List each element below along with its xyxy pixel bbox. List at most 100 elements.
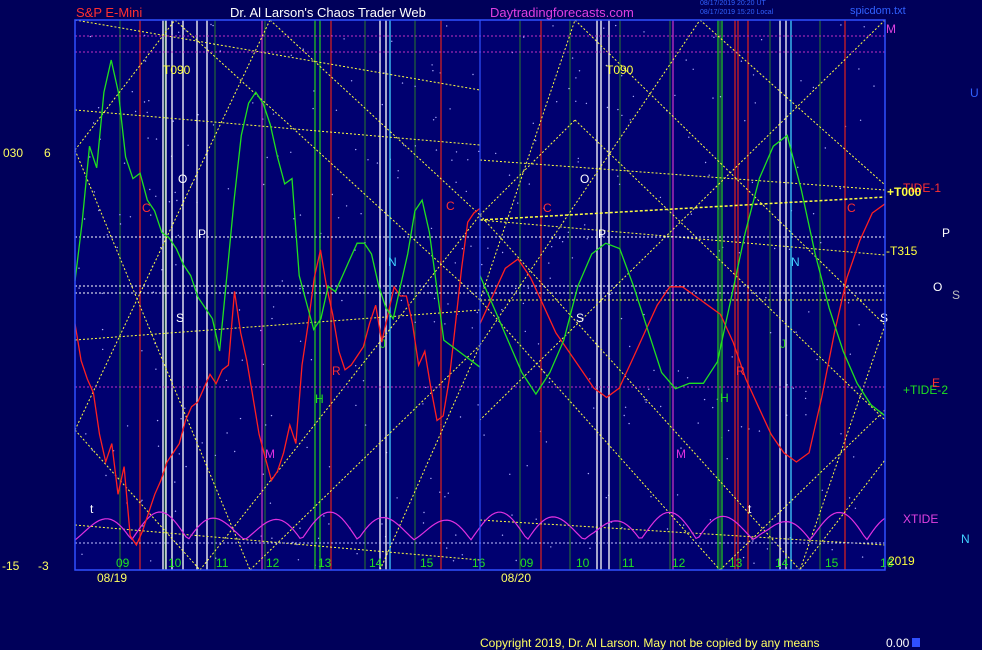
- star-dot: [161, 269, 163, 271]
- planet-label: N: [791, 255, 800, 269]
- star-dot: [439, 491, 441, 493]
- star-dot: [459, 416, 462, 418]
- star-dot: [577, 161, 579, 163]
- star-dot: [666, 528, 669, 530]
- star-dot: [265, 424, 267, 426]
- right-label-t315: -T315: [886, 244, 918, 258]
- star-dot: [266, 156, 268, 159]
- star-dot: [400, 299, 403, 302]
- star-dot: [364, 424, 367, 426]
- star-dot: [792, 387, 794, 389]
- star-dot: [645, 401, 647, 403]
- star-dot: [858, 68, 860, 70]
- star-dot: [744, 120, 746, 122]
- star-dot: [575, 100, 577, 103]
- year-label: 2019: [888, 554, 915, 568]
- star-dot: [589, 378, 591, 380]
- planet-label: H: [720, 391, 729, 405]
- star-dot: [659, 196, 662, 199]
- star-dot: [355, 148, 357, 151]
- star-dot: [556, 101, 558, 103]
- star-dot: [752, 540, 754, 542]
- star-dot: [455, 181, 457, 183]
- star-dot: [467, 159, 469, 161]
- star-dot: [451, 159, 453, 161]
- star-dot: [548, 381, 550, 383]
- star-dot: [401, 82, 404, 84]
- star-dot: [624, 406, 627, 408]
- star-dot: [89, 156, 91, 158]
- star-dot: [644, 399, 646, 401]
- star-dot: [615, 24, 617, 27]
- star-dot: [861, 556, 864, 558]
- star-dot: [688, 136, 690, 138]
- star-dot: [454, 262, 456, 264]
- star-dot: [718, 250, 720, 252]
- star-dot: [528, 183, 530, 185]
- star-dot: [527, 287, 530, 289]
- star-dot: [131, 91, 133, 93]
- star-dot: [430, 227, 433, 230]
- star-dot: [149, 188, 151, 191]
- star-dot: [758, 430, 761, 432]
- star-dot: [584, 224, 586, 226]
- hour-tick-label: 12: [672, 556, 686, 570]
- star-dot: [331, 193, 333, 196]
- star-dot: [461, 248, 464, 250]
- star-dot: [178, 31, 180, 33]
- star-dot: [78, 267, 80, 269]
- star-dot: [571, 257, 574, 259]
- star-dot: [571, 57, 574, 59]
- star-dot: [157, 445, 160, 447]
- star-dot: [623, 414, 625, 417]
- star-dot: [712, 97, 714, 99]
- star-dot: [260, 329, 262, 332]
- planet-label: C: [142, 201, 151, 215]
- star-dot: [262, 363, 265, 366]
- star-dot: [617, 108, 619, 111]
- star-dot: [769, 332, 772, 334]
- star-dot: [227, 188, 230, 190]
- star-dot: [477, 404, 479, 406]
- star-dot: [239, 417, 242, 420]
- star-dot: [78, 287, 80, 289]
- star-dot: [360, 213, 362, 215]
- star-dot: [252, 102, 254, 104]
- hour-tick-label: 10: [168, 556, 182, 570]
- left-scale-bottom-a: -15: [2, 559, 20, 573]
- star-dot: [238, 309, 241, 311]
- star-dot: [435, 116, 437, 119]
- star-dot: [465, 190, 467, 193]
- star-dot: [355, 365, 357, 367]
- timestamp-local: 08/17/2019 15:20 Local: [700, 9, 774, 16]
- hour-tick-label: 09: [520, 556, 534, 570]
- left-scale-top-a: 030: [3, 146, 24, 160]
- hour-tick-label: 11: [216, 556, 229, 570]
- star-dot: [290, 54, 292, 56]
- star-dot: [840, 433, 842, 435]
- hour-tick-label: 09: [116, 556, 130, 570]
- star-dot: [155, 368, 157, 370]
- star-dot: [225, 379, 228, 382]
- star-dot: [328, 523, 330, 525]
- star-dot: [337, 217, 340, 219]
- star-dot: [605, 497, 607, 499]
- star-dot: [345, 205, 348, 207]
- star-dot: [174, 191, 176, 194]
- star-dot: [606, 106, 609, 109]
- star-dot: [126, 425, 129, 427]
- star-dot: [471, 327, 473, 329]
- star-dot: [511, 514, 513, 516]
- star-dot: [805, 414, 807, 416]
- star-dot: [821, 489, 823, 491]
- star-dot: [854, 507, 857, 509]
- site-link[interactable]: Daytradingforecasts.com: [490, 5, 634, 20]
- star-dot: [476, 311, 478, 314]
- right-label-n: N: [961, 532, 970, 546]
- right-label-m: M: [886, 22, 896, 36]
- star-dot: [201, 442, 203, 444]
- star-dot: [422, 522, 425, 524]
- hour-tick-label: 16: [472, 556, 486, 570]
- hour-tick-label: 14: [775, 556, 789, 570]
- star-dot: [517, 202, 519, 204]
